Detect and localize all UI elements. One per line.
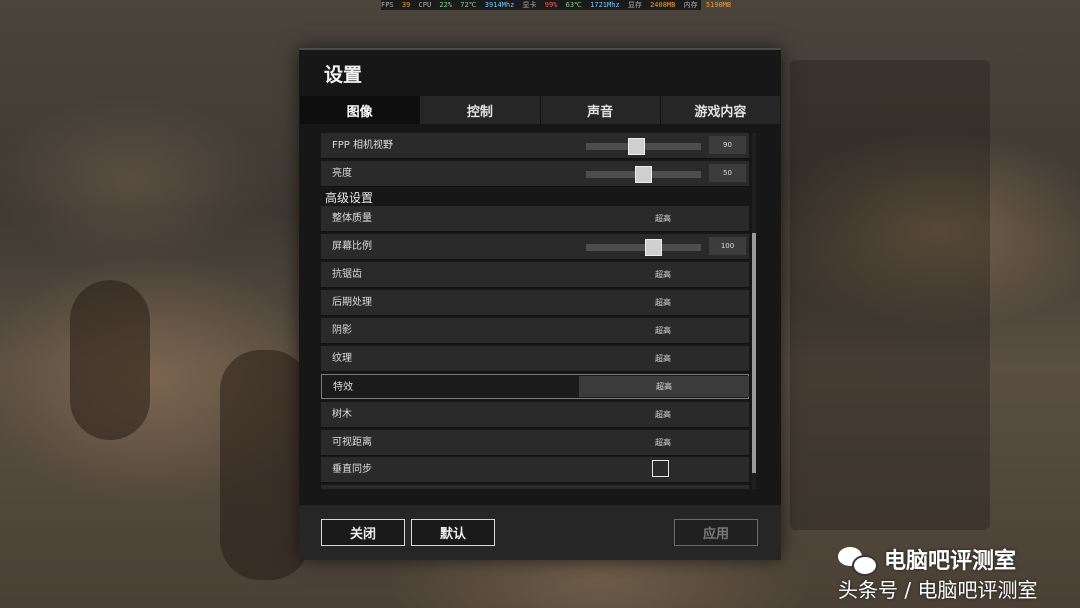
setting-row-anti-aliasing[interactable]: 抗锯齿 超高 — [321, 262, 749, 288]
setting-row-effects[interactable]: 特效 超高 — [321, 374, 749, 399]
setting-row-shadows[interactable]: 阴影 超高 — [321, 318, 749, 344]
apply-button[interactable]: 应用 — [674, 519, 758, 546]
setting-row-partial — [321, 485, 749, 489]
settings-dialog: 设置 图像 控制 声音 游戏内容 FPP 相机视野 90 亮度 50 高级设置 … — [299, 48, 781, 560]
dialog-title: 设置 — [324, 64, 363, 86]
perf-ram-value: 5190MB — [705, 1, 732, 9]
dialog-footer: 关闭 默认 应用 — [299, 505, 781, 560]
brightness-value[interactable]: 50 — [709, 164, 746, 182]
screen-scale-value[interactable]: 100 — [709, 237, 746, 255]
watermark-title: 电脑吧评测室 — [884, 549, 1017, 574]
setting-value[interactable]: 超高 — [578, 262, 748, 287]
perf-cpu-label: CPU — [418, 1, 432, 9]
setting-row-foliage[interactable]: 树木 超高 — [321, 402, 749, 428]
tab-gameplay[interactable]: 游戏内容 — [660, 96, 780, 124]
perf-cpu-clock: 3914Mhz — [484, 1, 515, 9]
setting-row-overall-quality[interactable]: 整体质量 超高 — [321, 206, 749, 232]
setting-value[interactable]: 超高 — [579, 376, 749, 397]
setting-label: 整体质量 — [332, 213, 372, 224]
scrollbar-thumb[interactable] — [752, 233, 756, 473]
settings-scrollbar[interactable] — [752, 133, 756, 489]
setting-label: 抗锯齿 — [332, 269, 362, 280]
setting-row-fpp-fov: FPP 相机视野 90 — [321, 133, 749, 159]
watermark-line1: 电脑吧评测室 — [838, 543, 1017, 576]
perf-cpu-temp: 72℃ — [460, 1, 477, 9]
background-character-center — [220, 350, 310, 580]
background-character-left — [70, 280, 150, 440]
setting-value[interactable]: 超高 — [578, 346, 748, 371]
setting-row-post-processing[interactable]: 后期处理 超高 — [321, 290, 749, 316]
perf-vram-value: 2408MB — [650, 1, 676, 9]
setting-label: FPP 相机视野 — [332, 140, 393, 151]
brightness-slider[interactable] — [586, 166, 701, 183]
setting-label: 后期处理 — [332, 297, 372, 308]
performance-overlay: FPS 39 CPU 22% 72℃ 3914Mhz 显卡 99% 63℃ 17… — [381, 0, 731, 10]
setting-value[interactable]: 超高 — [578, 290, 748, 315]
slider-thumb[interactable] — [645, 239, 662, 256]
fpp-fov-slider[interactable] — [586, 138, 701, 155]
perf-fps-value: 39 — [401, 1, 411, 9]
setting-row-screen-scale: 屏幕比例 100 — [321, 234, 749, 260]
setting-row-vsync[interactable]: 垂直同步 — [321, 457, 749, 483]
setting-label: 树木 — [332, 409, 352, 420]
setting-row-view-distance[interactable]: 可视距离 超高 — [321, 430, 749, 456]
close-button[interactable]: 关闭 — [321, 519, 405, 546]
setting-value[interactable]: 超高 — [578, 206, 748, 231]
perf-cpu-usage: 22% — [439, 1, 453, 9]
perf-gpu-temp: 63℃ — [565, 1, 582, 9]
setting-label: 亮度 — [332, 168, 352, 179]
screen-scale-slider[interactable] — [586, 239, 701, 256]
setting-value[interactable]: 超高 — [578, 318, 748, 343]
tab-audio[interactable]: 声音 — [540, 96, 661, 124]
setting-row-brightness: 亮度 50 — [321, 161, 749, 187]
perf-gpu-usage: 99% — [544, 1, 558, 9]
vsync-checkbox[interactable] — [652, 460, 669, 477]
slider-thumb[interactable] — [635, 166, 652, 183]
slider-thumb[interactable] — [628, 138, 645, 155]
setting-label: 可视距离 — [332, 437, 372, 448]
default-button[interactable]: 默认 — [411, 519, 495, 546]
tab-controls[interactable]: 控制 — [420, 96, 541, 124]
watermark-line2: 头条号 / 电脑吧评测室 — [838, 578, 1038, 602]
perf-ram-label: 内存 — [683, 1, 698, 9]
settings-list: FPP 相机视野 90 亮度 50 高级设置 整体质量 超高 屏幕比例 100 — [321, 133, 751, 489]
setting-label: 屏幕比例 — [332, 241, 372, 252]
perf-gpu-label: 显卡 — [522, 1, 537, 9]
fpp-fov-value[interactable]: 90 — [709, 136, 746, 154]
setting-label: 纹理 — [332, 353, 352, 364]
perf-vram-label: 显存 — [627, 1, 642, 9]
tab-graphics[interactable]: 图像 — [300, 96, 421, 124]
setting-label: 垂直同步 — [332, 464, 372, 475]
setting-label: 特效 — [333, 382, 353, 393]
wechat-icon — [838, 545, 878, 576]
perf-fps-label: FPS — [381, 1, 394, 9]
setting-label: 阴影 — [332, 325, 352, 336]
settings-tabs: 图像 控制 声音 游戏内容 — [300, 96, 780, 124]
setting-row-textures[interactable]: 纹理 超高 — [321, 346, 749, 372]
background-container-right — [790, 60, 990, 530]
perf-gpu-clock: 1721Mhz — [590, 1, 620, 9]
setting-value[interactable]: 超高 — [578, 430, 748, 455]
setting-value[interactable]: 超高 — [578, 402, 748, 427]
section-advanced-settings: 高级设置 — [325, 191, 374, 205]
